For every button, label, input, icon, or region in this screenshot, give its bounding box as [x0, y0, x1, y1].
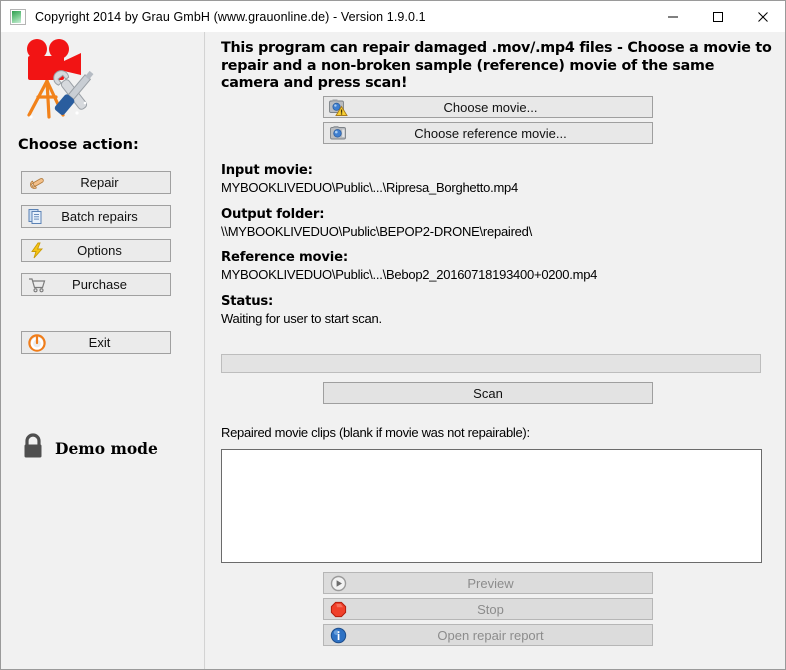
choose-movie-button[interactable]: Choose movie... — [323, 96, 653, 118]
output-folder-field: Output folder: \\MYBOOKLIVEDUO\Public\BE… — [221, 207, 776, 239]
info-circle-icon — [327, 625, 349, 645]
repaired-clips-list[interactable] — [221, 449, 762, 563]
sidebar: Choose action: Repair Batch repairs Opti… — [1, 32, 205, 669]
reference-movie-label: Reference movie: — [221, 250, 348, 265]
scan-progress-bar — [221, 354, 761, 373]
batch-repairs-button-label: Batch repairs — [61, 209, 138, 224]
close-button[interactable] — [740, 1, 785, 32]
maximize-button[interactable] — [695, 1, 740, 32]
stop-button-label: Stop — [477, 601, 504, 617]
play-circle-icon — [327, 573, 349, 593]
power-icon — [27, 333, 47, 352]
input-movie-field: Input movie: MYBOOKLIVEDUO\Public\...\Ri… — [221, 163, 776, 195]
choose-reference-movie-button[interactable]: Choose reference movie... — [323, 122, 653, 144]
preview-button[interactable]: Preview — [323, 572, 653, 594]
output-folder-value: \\MYBOOKLIVEDUO\Public\BEPOP2-DRONE\repa… — [221, 224, 532, 239]
choose-movie-button-label: Choose movie... — [443, 99, 538, 115]
scan-button[interactable]: Scan — [323, 382, 653, 404]
exit-button-label: Exit — [88, 335, 111, 350]
app-icon — [10, 8, 26, 25]
minimize-icon — [667, 16, 678, 17]
status-label: Status: — [221, 294, 274, 309]
minimize-button[interactable] — [650, 1, 695, 32]
repair-button[interactable]: Repair — [21, 171, 171, 194]
lightning-icon — [27, 241, 47, 260]
window-controls — [650, 1, 785, 32]
camera-icon — [327, 123, 349, 143]
main-panel: This program can repair damaged .mov/.mp… — [206, 32, 785, 669]
status-value: Waiting for user to start scan. — [221, 311, 382, 326]
exit-button[interactable]: Exit — [21, 331, 171, 354]
stop-octagon-icon — [327, 599, 349, 619]
purchase-button-label: Purchase — [72, 277, 127, 292]
demo-mode-label: Demo mode — [55, 439, 158, 458]
headline-text: This program can repair damaged .mov/.mp… — [221, 40, 772, 91]
status-field: Status: Waiting for user to start scan. — [221, 294, 776, 326]
movie-camera-repair-logo — [27, 39, 94, 119]
demo-mode-status: Demo mode — [21, 432, 158, 465]
wrench-icon — [27, 173, 47, 192]
repair-button-label: Repair — [80, 175, 119, 190]
reference-movie-value: MYBOOKLIVEDUO\Public\...\Bebop2_20160718… — [221, 267, 598, 282]
input-movie-value: MYBOOKLIVEDUO\Public\...\Ripresa_Borghet… — [221, 180, 519, 195]
maximize-icon — [712, 11, 723, 22]
choose-action-heading: Choose action: — [18, 137, 139, 153]
camera-warning-icon — [327, 97, 349, 117]
options-button-label: Options — [77, 243, 122, 258]
choose-reference-movie-button-label: Choose reference movie... — [414, 125, 567, 141]
open-repair-report-button[interactable]: Open repair report — [323, 624, 653, 646]
padlock-icon — [21, 432, 45, 465]
batch-repairs-button[interactable]: Batch repairs — [21, 205, 171, 228]
close-icon — [757, 11, 768, 22]
stop-button[interactable]: Stop — [323, 598, 653, 620]
input-movie-label: Input movie: — [221, 163, 313, 178]
preview-button-label: Preview — [467, 575, 514, 591]
window-title: Copyright 2014 by Grau GmbH (www.grauonl… — [35, 9, 426, 24]
open-repair-report-button-label: Open repair report — [437, 627, 544, 643]
shopping-cart-icon — [27, 275, 47, 294]
title-bar: Copyright 2014 by Grau GmbH (www.grauonl… — [1, 1, 785, 32]
repaired-clips-label: Repaired movie clips (blank if movie was… — [221, 425, 530, 440]
purchase-button[interactable]: Purchase — [21, 273, 171, 296]
reference-movie-field: Reference movie: MYBOOKLIVEDUO\Public\..… — [221, 250, 776, 282]
options-button[interactable]: Options — [21, 239, 171, 262]
application-window: Copyright 2014 by Grau GmbH (www.grauonl… — [0, 0, 786, 670]
documents-icon — [27, 207, 47, 226]
output-folder-label: Output folder: — [221, 207, 325, 222]
